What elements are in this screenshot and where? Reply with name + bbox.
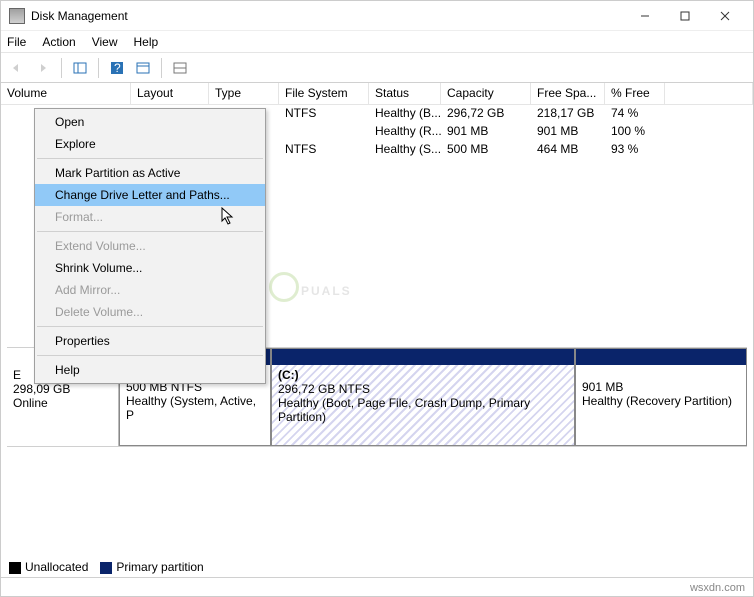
ctx-explore[interactable]: Explore <box>35 133 265 155</box>
ctx-format: Format... <box>35 206 265 228</box>
disk-size: 298,09 GB <box>13 382 112 396</box>
maximize-button[interactable] <box>665 2 705 30</box>
ctx-shrink-volume[interactable]: Shrink Volume... <box>35 257 265 279</box>
menu-view[interactable]: View <box>92 35 118 49</box>
ctx-delete-volume: Delete Volume... <box>35 301 265 323</box>
footer-note: wsxdn.com <box>690 582 745 594</box>
partition-size: 296,72 GB NTFS <box>278 382 568 396</box>
partition-title: (C:) <box>278 368 568 382</box>
app-icon <box>9 8 25 24</box>
legend: Unallocated Primary partition <box>9 560 204 574</box>
col-capacity[interactable]: Capacity <box>441 83 531 104</box>
context-menu: Open Explore Mark Partition as Active Ch… <box>34 108 266 384</box>
partition-c[interactable]: (C:) 296,72 GB NTFS Healthy (Boot, Page … <box>271 348 575 446</box>
menu-file[interactable]: File <box>7 35 26 49</box>
partition-status: Healthy (System, Active, P <box>126 394 264 422</box>
col-filesystem[interactable]: File System <box>279 83 369 104</box>
toolbar: ? <box>1 53 753 83</box>
col-volume[interactable]: Volume <box>1 83 131 104</box>
ctx-mark-active[interactable]: Mark Partition as Active <box>35 162 265 184</box>
legend-primary: Primary partition <box>116 560 203 574</box>
menu-help[interactable]: Help <box>134 35 159 49</box>
partition-status: Healthy (Boot, Page File, Crash Dump, Pr… <box>278 396 568 424</box>
disk-state: Online <box>13 396 112 410</box>
close-button[interactable] <box>705 2 745 30</box>
svg-text:?: ? <box>114 61 121 75</box>
ctx-extend-volume: Extend Volume... <box>35 235 265 257</box>
ctx-open[interactable]: Open <box>35 111 265 133</box>
titlebar: Disk Management <box>1 1 753 31</box>
table-header-row: Volume Layout Type File System Status Ca… <box>1 83 753 105</box>
partition-status: Healthy (Recovery Partition) <box>582 394 740 408</box>
col-layout[interactable]: Layout <box>131 83 209 104</box>
col-type[interactable]: Type <box>209 83 279 104</box>
panel-icon[interactable] <box>68 56 92 80</box>
help-icon[interactable]: ? <box>105 56 129 80</box>
swatch-primary <box>100 562 112 574</box>
legend-unallocated: Unallocated <box>25 560 88 574</box>
minimize-button[interactable] <box>625 2 665 30</box>
list-icon[interactable] <box>131 56 155 80</box>
ctx-help[interactable]: Help <box>35 359 265 381</box>
back-icon[interactable] <box>5 56 29 80</box>
settings-icon[interactable] <box>168 56 192 80</box>
window-title: Disk Management <box>31 9 625 23</box>
col-freespace[interactable]: Free Spa... <box>531 83 605 104</box>
ctx-change-drive-letter[interactable]: Change Drive Letter and Paths... <box>35 184 265 206</box>
menu-action[interactable]: Action <box>42 35 75 49</box>
menubar: File Action View Help <box>1 31 753 53</box>
ctx-add-mirror: Add Mirror... <box>35 279 265 301</box>
swatch-unallocated <box>9 562 21 574</box>
col-status[interactable]: Status <box>369 83 441 104</box>
partition-size: 901 MB <box>582 380 740 394</box>
ctx-properties[interactable]: Properties <box>35 330 265 352</box>
col-pctfree[interactable]: % Free <box>605 83 665 104</box>
forward-icon[interactable] <box>31 56 55 80</box>
partition-recovery[interactable]: 901 MB Healthy (Recovery Partition) <box>575 348 747 446</box>
